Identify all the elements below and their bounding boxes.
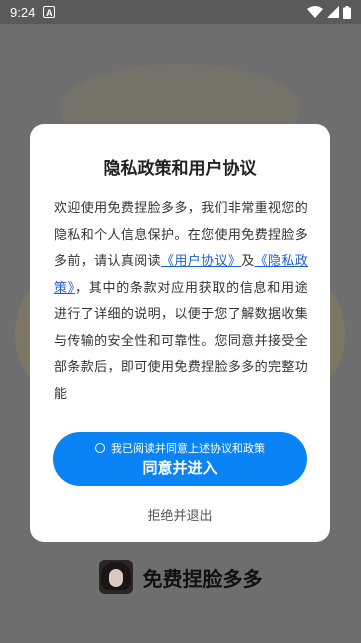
app-name: 免费捏脸多多 [142,566,263,591]
app-logo-icon [98,560,133,594]
user-agreement-link[interactable]: 《用户协议》 [161,254,241,269]
dialog-body: 欢迎使用免费捏脸多多，我们非常重视您的隐私和个人信息保护。在您使用免费捏脸多多前… [54,196,308,408]
consent-checkbox[interactable]: 我已阅读并同意上述协议和政策 [53,440,307,456]
body-rest: ，其中的条款对应用获取的信息和用途进行了详细的说明，以便于您了解数据收集与传输的… [54,280,308,402]
battery-icon [343,5,351,19]
privacy-dialog: 隐私政策和用户协议 欢迎使用免费捏脸多多，我们非常重视您的隐私和个人信息保护。在… [30,124,330,542]
status-bar: 9:24 A [0,0,361,24]
reject-button[interactable]: 拒绝并退出 [30,505,330,524]
app-brand: 免费捏脸多多 [0,555,361,599]
signal-icon [327,6,339,18]
consent-checkbox-label: 我已阅读并同意上述协议和政策 [111,442,265,455]
and-text: 及 [241,254,255,269]
dialog-title: 隐私政策和用户协议 [103,159,257,179]
a-icon: A [43,6,56,18]
agree-button[interactable]: 我已阅读并同意上述协议和政策 同意并进入 [53,432,307,486]
radio-icon[interactable] [95,443,105,453]
status-time: 9:24 [10,4,36,20]
wifi-icon [307,6,323,18]
agree-button-label: 同意并进入 [142,459,218,477]
